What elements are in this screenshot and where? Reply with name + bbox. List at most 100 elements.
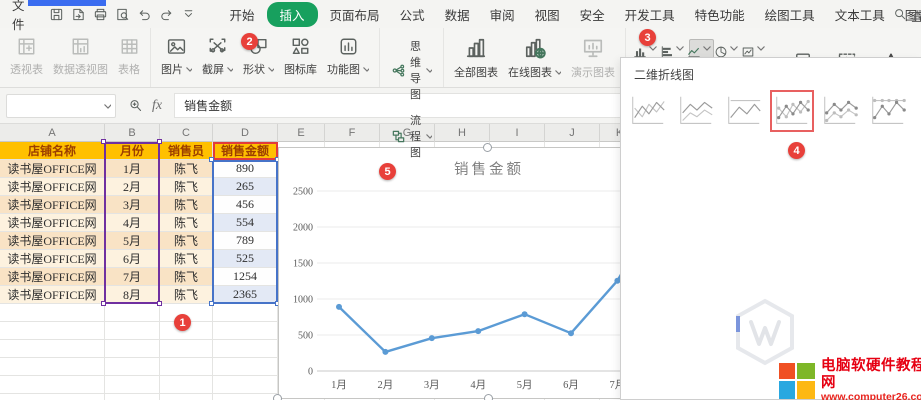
menu-tab-3[interactable]: 公式 bbox=[392, 2, 433, 27]
menu-tab-10[interactable]: 绘图工具 bbox=[757, 2, 823, 27]
table-cell[interactable]: 5月 bbox=[105, 232, 160, 250]
column-header-E[interactable]: E bbox=[278, 124, 325, 142]
table-cell[interactable]: 陈飞 bbox=[160, 232, 213, 250]
selection-handle[interactable] bbox=[101, 139, 106, 144]
table-cell[interactable]: 月份 bbox=[105, 142, 160, 160]
empty-cell[interactable] bbox=[0, 304, 105, 322]
empty-cell[interactable] bbox=[213, 322, 278, 340]
empty-cell[interactable] bbox=[0, 340, 105, 358]
line-thumb-option[interactable] bbox=[626, 90, 670, 132]
table-cell[interactable]: 陈飞 bbox=[160, 268, 213, 286]
empty-cell[interactable] bbox=[213, 340, 278, 358]
menu-tab-11[interactable]: 文本工具 bbox=[827, 2, 893, 27]
table-cell[interactable]: 陈飞 bbox=[160, 250, 213, 268]
menu-tab-2[interactable]: 页面布局 bbox=[322, 2, 388, 27]
table-cell[interactable]: 789 bbox=[213, 232, 278, 250]
empty-cell[interactable] bbox=[160, 394, 213, 400]
empty-cell[interactable] bbox=[213, 394, 278, 400]
table-cell[interactable]: 读书屋OFFICE网 bbox=[0, 178, 105, 196]
search-button[interactable]: 查找 bbox=[893, 6, 921, 25]
menu-tab-5[interactable]: 审阅 bbox=[482, 2, 523, 27]
table-cell[interactable]: 3月 bbox=[105, 196, 160, 214]
marked-line-thumb-option[interactable] bbox=[770, 90, 814, 132]
menu-tab-1[interactable]: 插入 bbox=[267, 2, 318, 27]
column-header-C[interactable]: C bbox=[160, 124, 213, 142]
all-charts-button[interactable]: 全部图表 bbox=[449, 33, 503, 83]
export-icon[interactable] bbox=[71, 7, 86, 22]
empty-cell[interactable] bbox=[105, 304, 160, 322]
table-cell[interactable]: 4月 bbox=[105, 214, 160, 232]
table-cell[interactable]: 店铺名称 bbox=[0, 142, 105, 160]
table-cell[interactable]: 890 bbox=[213, 160, 278, 178]
selection-handle[interactable] bbox=[157, 301, 162, 306]
magnifier-icon[interactable] bbox=[128, 98, 143, 113]
table-cell[interactable]: 陈飞 bbox=[160, 160, 213, 178]
table-cell[interactable]: 7月 bbox=[105, 268, 160, 286]
menu-tab-6[interactable]: 视图 bbox=[527, 2, 568, 27]
marked-stacked-line-thumb-option[interactable] bbox=[818, 90, 862, 132]
empty-cell[interactable] bbox=[105, 322, 160, 340]
table-cell[interactable]: 456 bbox=[213, 196, 278, 214]
more-caret-icon[interactable] bbox=[181, 7, 196, 22]
column-header-I[interactable]: I bbox=[490, 124, 545, 142]
menu-tab-7[interactable]: 安全 bbox=[572, 2, 613, 27]
table-cell[interactable]: 1月 bbox=[105, 160, 160, 178]
table-cell[interactable]: 读书屋OFFICE网 bbox=[0, 160, 105, 178]
empty-cell[interactable] bbox=[0, 358, 105, 376]
empty-cell[interactable] bbox=[105, 376, 160, 394]
column-header-J[interactable]: J bbox=[545, 124, 600, 142]
table-cell[interactable]: 读书屋OFFICE网 bbox=[0, 214, 105, 232]
table-cell[interactable]: 销售员 bbox=[160, 142, 213, 160]
table-cell[interactable]: 陈飞 bbox=[160, 286, 213, 304]
screenshot-button[interactable]: 截屏 bbox=[197, 33, 238, 80]
menu-tab-0[interactable]: 开始 bbox=[222, 2, 263, 27]
menu-tab-8[interactable]: 开发工具 bbox=[617, 2, 683, 27]
table-cell[interactable]: 265 bbox=[213, 178, 278, 196]
empty-cell[interactable] bbox=[160, 340, 213, 358]
fx-icon[interactable]: fx bbox=[152, 98, 162, 114]
table-cell[interactable]: 陈飞 bbox=[160, 196, 213, 214]
chart-resize-handle[interactable] bbox=[484, 394, 493, 400]
table-cell[interactable]: 陈飞 bbox=[160, 178, 213, 196]
chart-resize-handle[interactable] bbox=[273, 394, 282, 400]
empty-cell[interactable] bbox=[213, 376, 278, 394]
function-chart-button[interactable]: 功能图 bbox=[322, 33, 374, 80]
table-cell[interactable]: 1254 bbox=[213, 268, 278, 286]
pct-stacked-line-thumb-option[interactable] bbox=[722, 90, 766, 132]
column-header-F[interactable]: F bbox=[325, 124, 380, 142]
flowchart-button[interactable]: 流程图 bbox=[387, 111, 436, 161]
table-cell[interactable]: 陈飞 bbox=[160, 214, 213, 232]
table-cell[interactable]: 2月 bbox=[105, 178, 160, 196]
print-icon[interactable] bbox=[93, 7, 108, 22]
marked-pct-stacked-line-thumb-option[interactable] bbox=[866, 90, 910, 132]
image-button[interactable]: 图片 bbox=[156, 33, 197, 80]
table-cell[interactable]: 读书屋OFFICE网 bbox=[0, 232, 105, 250]
table-cell[interactable]: 525 bbox=[213, 250, 278, 268]
selection-handle[interactable] bbox=[209, 301, 214, 306]
table-cell[interactable]: 销售金额 bbox=[213, 142, 278, 160]
print-preview-icon[interactable] bbox=[115, 7, 130, 22]
table-cell[interactable]: 读书屋OFFICE网 bbox=[0, 286, 105, 304]
table-cell[interactable]: 6月 bbox=[105, 250, 160, 268]
icon-library-button[interactable]: 图标库 bbox=[279, 33, 322, 80]
table-cell[interactable]: 554 bbox=[213, 214, 278, 232]
column-header-H[interactable]: H bbox=[435, 124, 490, 142]
column-header-A[interactable]: A bbox=[0, 124, 105, 142]
empty-cell[interactable] bbox=[160, 358, 213, 376]
chart-resize-handle[interactable] bbox=[483, 143, 492, 152]
save-icon[interactable] bbox=[49, 7, 64, 22]
selection-handle[interactable] bbox=[209, 157, 214, 162]
name-box[interactable] bbox=[6, 94, 116, 118]
column-header-B[interactable]: B bbox=[105, 124, 160, 142]
redo-icon[interactable] bbox=[159, 7, 174, 22]
menu-tab-4[interactable]: 数据 bbox=[437, 2, 478, 27]
empty-cell[interactable] bbox=[0, 376, 105, 394]
document-tab[interactable] bbox=[28, 0, 106, 6]
menu-tab-9[interactable]: 特色功能 bbox=[687, 2, 753, 27]
table-cell[interactable]: 读书屋OFFICE网 bbox=[0, 268, 105, 286]
empty-cell[interactable] bbox=[213, 358, 278, 376]
empty-cell[interactable] bbox=[0, 394, 105, 400]
selection-handle[interactable] bbox=[157, 139, 162, 144]
table-cell[interactable]: 读书屋OFFICE网 bbox=[0, 196, 105, 214]
empty-cell[interactable] bbox=[0, 322, 105, 340]
